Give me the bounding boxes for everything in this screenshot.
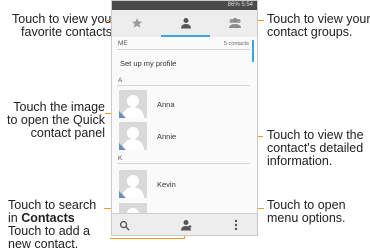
callout-favorites-line2: favorite contacts. [21,25,116,39]
avatar-head [127,175,139,187]
search-button[interactable] [116,217,132,233]
contact-name-anna[interactable]: Anna [157,100,175,109]
callout-menu: Touch to open menu options. [267,199,346,225]
contact-name-annie[interactable]: Annie [157,132,176,141]
contact-list[interactable]: ME 5 contacts Set up my profile A Anna A… [112,37,257,231]
overflow-menu-icon [234,219,238,231]
contact-name-kevin[interactable]: Kevin [157,180,176,189]
menu-button[interactable] [228,217,244,233]
contact-avatar-annie[interactable] [119,122,147,150]
callout-search: Touch to search in Contacts [8,199,96,225]
divider [117,163,250,164]
star-icon [131,17,142,28]
contacts-count: 5 contacts [223,41,249,47]
avatar-corner [119,191,126,198]
tab-contacts[interactable] [161,10,210,37]
contact-avatar-kevin[interactable] [119,170,147,198]
callout-groups: Touch to view your contact groups. [267,13,370,39]
contact-avatar-anna[interactable] [119,90,147,118]
divider [117,49,250,50]
callout-quick-line3: contact panel [30,126,105,140]
tab-groups[interactable] [210,10,257,35]
divider [117,85,250,86]
callout-details: Touch to view the contact's detailed inf… [267,129,364,168]
leader-add-horizontal [110,238,185,240]
section-letter-k: K [118,155,123,162]
avatar-head [127,127,139,139]
status-bar: 86% 5:54 [112,1,257,10]
add-person-icon [181,220,192,231]
set-up-profile-item[interactable]: Set up my profile [120,59,176,68]
person-icon [180,17,191,28]
callout-add: Touch to add a new contact. [8,225,90,251]
group-icon [228,17,241,28]
avatar-corner [119,111,126,118]
callout-groups-line2: contact groups. [267,25,353,39]
scrollbar[interactable] [252,40,254,62]
callout-quick-contact: Touch the image to open the Quick contac… [7,101,105,140]
callout-add-line2: new contact. [8,237,79,251]
search-icon [119,220,130,231]
callout-favorites: Touch to view your favorite contacts. [12,13,116,39]
status-text: 86% 5:54 [227,2,253,8]
section-letter-a: A [118,77,123,84]
callout-menu-line2: menu options. [267,211,346,225]
section-me: ME [118,40,128,47]
avatar-corner [119,143,126,150]
avatar-head [127,95,139,107]
callout-search-contacts: Contacts [21,211,75,225]
bottom-action-bar [112,213,257,235]
tab-favorites[interactable] [112,10,161,35]
phone-screen: 86% 5:54 ME 5 contacts Set up my profile [111,0,258,236]
tab-bar [112,10,257,46]
callout-search-in: in [8,211,18,225]
callout-details-line3: information. [267,154,333,168]
add-contact-button[interactable] [178,217,194,233]
